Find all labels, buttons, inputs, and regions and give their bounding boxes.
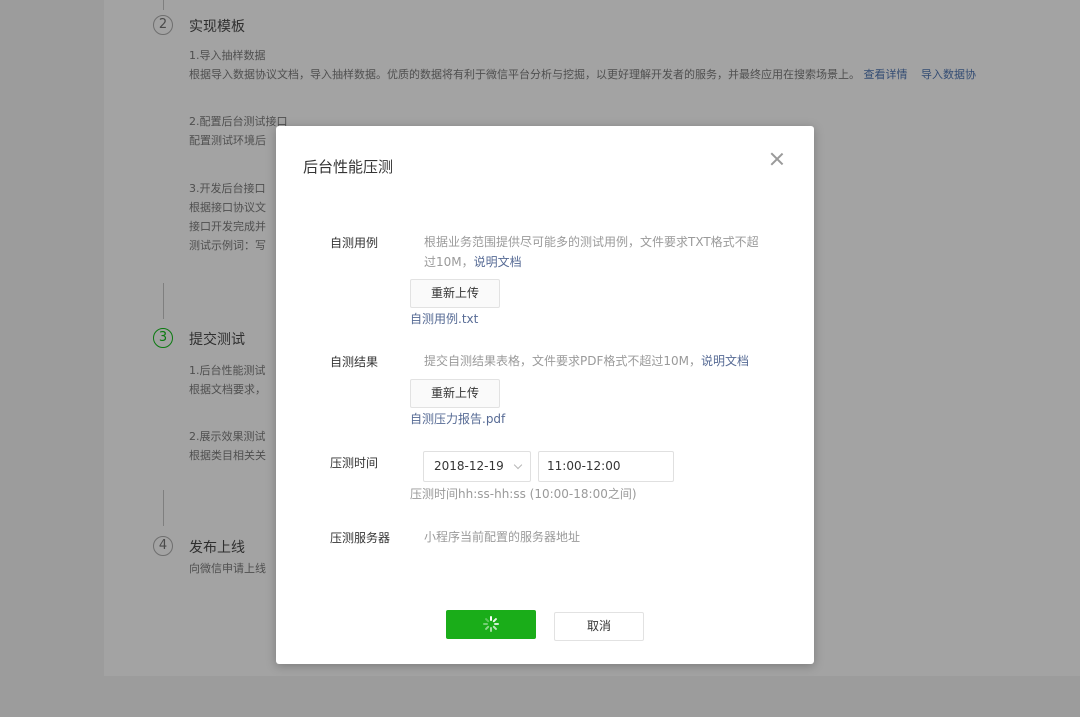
- chevron-down-icon: [513, 460, 523, 470]
- date-select[interactable]: 2018-12-19: [423, 451, 531, 482]
- time-range-input[interactable]: 11:00-12:00: [538, 451, 674, 482]
- result-description: 提交自测结果表格，文件要求PDF格式不超过10M，说明文档: [424, 354, 750, 368]
- case-description: 根据业务范围提供尽可能多的测试用例，文件要求TXT格式不超 过10M，说明文档: [424, 232, 784, 272]
- close-icon[interactable]: [768, 150, 786, 168]
- case-reupload-button[interactable]: 重新上传: [410, 279, 500, 308]
- case-desc-line: 根据业务范围提供尽可能多的测试用例，文件要求TXT格式不超: [424, 235, 759, 249]
- submit-button[interactable]: [446, 610, 536, 639]
- loading-spinner-icon: [483, 616, 499, 632]
- time-hint: 压测时间hh:ss-hh:ss (10:00-18:00之间): [410, 487, 637, 501]
- cancel-button[interactable]: 取消: [554, 612, 644, 641]
- case-label: 自测用例: [330, 236, 379, 250]
- case-file-link[interactable]: 自测用例.txt: [410, 310, 478, 327]
- server-label: 压测服务器: [330, 531, 391, 545]
- time-label: 压测时间: [330, 456, 379, 470]
- case-doc-link[interactable]: 说明文档: [474, 255, 522, 269]
- stress-test-dialog: 后台性能压测 自测用例 根据业务范围提供尽可能多的测试用例，文件要求TXT格式不…: [276, 126, 814, 664]
- result-doc-link[interactable]: 说明文档: [701, 354, 749, 368]
- case-desc-line: 过10M，说明文档: [424, 255, 522, 269]
- dialog-title: 后台性能压测: [303, 158, 394, 176]
- date-value: 2018-12-19: [434, 459, 504, 473]
- result-reupload-button[interactable]: 重新上传: [410, 379, 500, 408]
- result-label: 自测结果: [330, 355, 379, 369]
- server-description: 小程序当前配置的服务器地址: [424, 530, 581, 544]
- result-file-link[interactable]: 自测压力报告.pdf: [410, 410, 505, 427]
